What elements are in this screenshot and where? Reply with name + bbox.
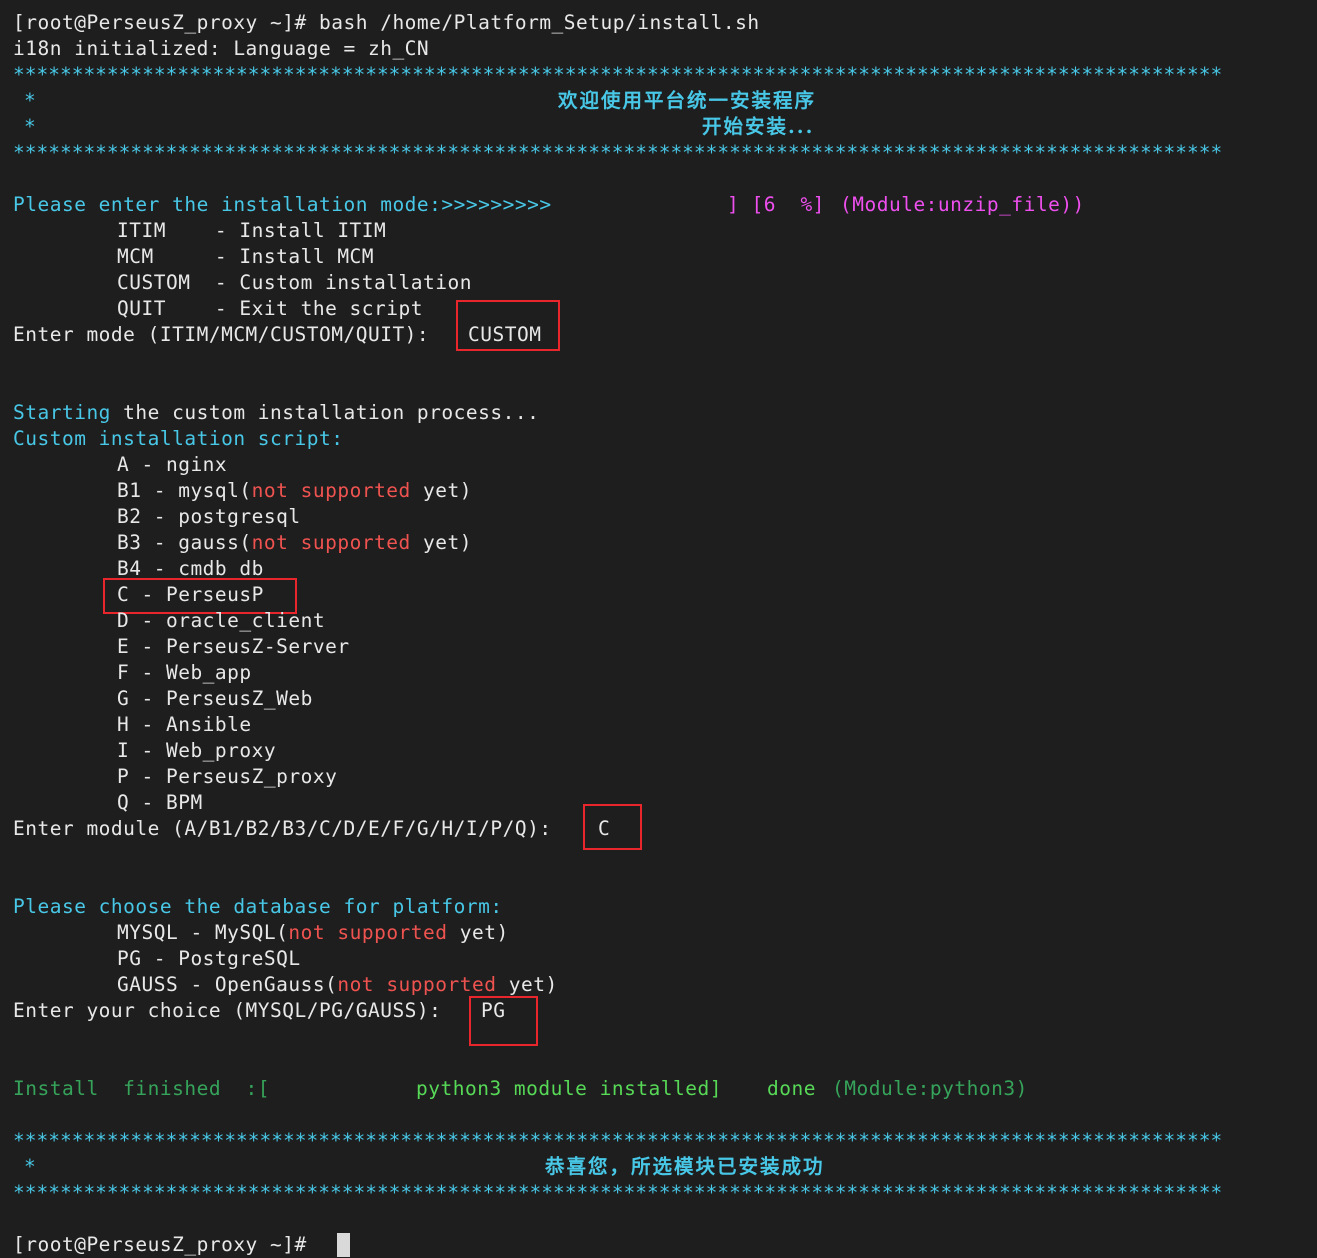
db-mysql-text: MYSQL - MySQL(: [117, 921, 289, 944]
module-b3-text: B3 - gauss(: [117, 531, 252, 554]
yet-label: yet): [410, 531, 472, 554]
starting-word: Starting: [13, 401, 111, 424]
starting-line: Starting the custom installation process…: [13, 400, 539, 426]
terminal-cursor[interactable]: [337, 1233, 350, 1257]
banner-star: *: [24, 89, 37, 112]
db-prompt: Please choose the database for platform:: [13, 895, 503, 918]
starting-rest: the custom installation process...: [110, 401, 540, 424]
yet-label: yet): [496, 973, 558, 996]
i18n-line: i18n initialized: Language = zh_CN: [13, 37, 430, 60]
supported-label: supported: [386, 973, 497, 996]
module-option-b1: B1 - mysql(not supported yet): [117, 478, 472, 504]
highlight-box-db: [469, 996, 538, 1046]
progress-percent: ] [6 %]: [727, 193, 825, 216]
module-option-d: D - oracle_client: [117, 609, 326, 632]
highlight-box-mode: [456, 300, 560, 351]
mode-option-custom: CUSTOM - Custom installation: [117, 271, 472, 294]
terminal-window[interactable]: [root@PerseusZ_proxy ~]# bash /home/Plat…: [0, 0, 1317, 1258]
progress-module: (Module:unzip_file)): [840, 193, 1085, 216]
module-option-q: Q - BPM: [117, 791, 203, 814]
not-label: not: [251, 531, 289, 554]
install-finished-label: Install finished :[: [13, 1077, 271, 1100]
db-option-mysql: MYSQL - MySQL(not supported yet): [117, 920, 509, 946]
supported-label: supported: [300, 479, 411, 502]
star-border: ****************************************…: [13, 1129, 1223, 1152]
db-gauss-text: GAUSS - OpenGauss(: [117, 973, 338, 996]
yet-label: yet): [447, 921, 509, 944]
star-border: ****************************************…: [13, 141, 1223, 164]
module-option-a: A - nginx: [117, 453, 228, 476]
module-option-b3: B3 - gauss(not supported yet): [117, 530, 472, 556]
banner-star: *: [24, 1155, 37, 1178]
module-b1-text: B1 - mysql(: [117, 479, 252, 502]
module-option-p: P - PerseusZ_proxy: [117, 765, 338, 788]
enter-module-label: Enter module (A/B1/B2/B3/C/D/E/F/G/H/I/P…: [13, 817, 552, 840]
mode-option-quit: QUIT - Exit the script: [117, 297, 423, 320]
module-option-g: G - PerseusZ_Web: [117, 687, 313, 710]
module-option-e: E - PerseusZ-Server: [117, 635, 350, 658]
custom-script-heading: Custom installation script:: [13, 427, 344, 450]
success-message: 恭喜您，所选模块已安装成功: [545, 1155, 825, 1178]
mode-option-mcm: MCM - Install MCM: [117, 245, 375, 268]
enter-choice-label: Enter your choice (MYSQL/PG/GAUSS):: [13, 999, 442, 1022]
yet-label: yet): [410, 479, 472, 502]
module-option-h: H - Ansible: [117, 713, 252, 736]
not-label: not: [251, 479, 289, 502]
db-option-gauss: GAUSS - OpenGauss(not supported yet): [117, 972, 558, 998]
enter-mode-label: Enter mode (ITIM/MCM/CUSTOM/QUIT):: [13, 323, 430, 346]
python-installed-label: python3 module installed]: [416, 1077, 722, 1100]
module-option-i: I - Web_proxy: [117, 739, 277, 762]
not-label: not: [337, 973, 375, 996]
star-border: ****************************************…: [13, 1181, 1223, 1204]
db-option-pg: PG - PostgreSQL: [117, 947, 301, 970]
module-option-b2: B2 - postgresql: [117, 505, 301, 528]
banner-star: *: [24, 115, 37, 138]
not-label: not: [288, 921, 326, 944]
python-module-label: (Module:python3): [832, 1077, 1028, 1100]
mode-prompt: Please enter the installation mode:>>>>>…: [13, 193, 552, 216]
done-label: done: [767, 1077, 816, 1100]
banner-welcome: 欢迎使用平台统一安装程序: [558, 89, 817, 112]
supported-label: supported: [337, 921, 448, 944]
command-prompt-line: [root@PerseusZ_proxy ~]# bash /home/Plat…: [13, 11, 760, 34]
module-option-f: F - Web_app: [117, 661, 252, 684]
supported-label: supported: [300, 531, 411, 554]
mode-option-itim: ITIM - Install ITIM: [117, 219, 387, 242]
star-border: ****************************************…: [13, 63, 1223, 86]
final-prompt: [root@PerseusZ_proxy ~]#: [13, 1233, 307, 1256]
highlight-box-module: [583, 804, 642, 850]
banner-start: 开始安装...: [702, 115, 815, 138]
